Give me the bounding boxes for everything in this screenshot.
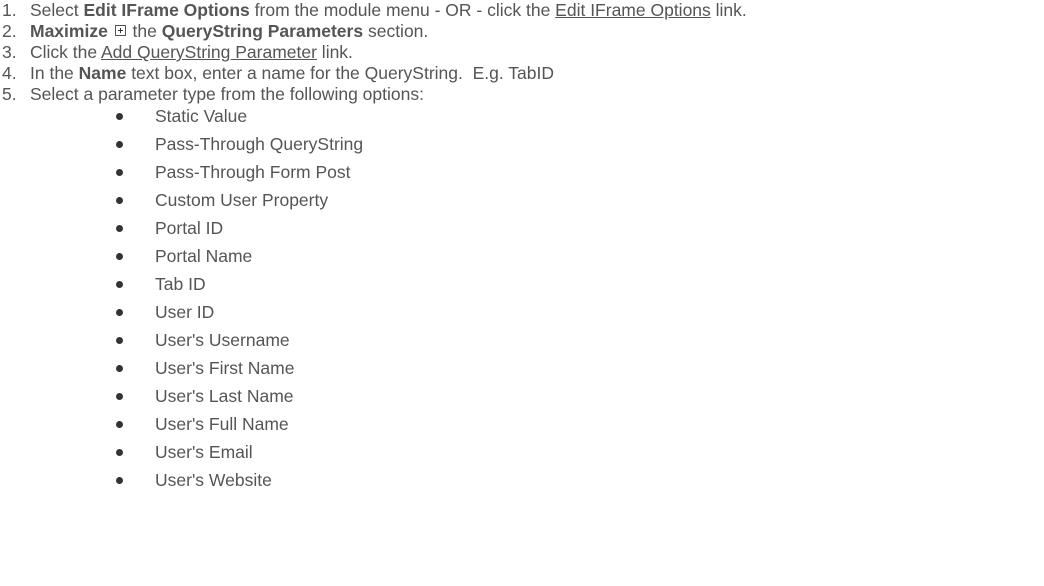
option-label: User's Username xyxy=(155,330,290,350)
menu-item-name: Edit IFrame Options xyxy=(83,0,250,20)
step-text: Click the Add QueryString Parameter link… xyxy=(30,42,353,62)
step-text-part: Select xyxy=(30,0,84,20)
option-label: Tab ID xyxy=(155,274,206,294)
option-label: User ID xyxy=(155,302,215,322)
option-label: Static Value xyxy=(155,106,248,126)
option-label: User's Last Name xyxy=(155,386,294,406)
step-text: Select a parameter type from the followi… xyxy=(30,84,424,104)
step-text: Select Edit IFrame Options from the modu… xyxy=(30,0,747,20)
action-name: Maximize xyxy=(30,21,108,41)
step-text: In the Name text box, enter a name for t… xyxy=(30,63,554,83)
step-number: 1. xyxy=(2,0,17,20)
step-text-part: link. xyxy=(710,0,747,20)
step-number: 2. xyxy=(2,21,17,41)
section-name: QueryString Parameters xyxy=(161,21,364,41)
bullet-icon xyxy=(116,393,123,400)
edit-iframe-options-link[interactable]: Edit IFrame Options xyxy=(555,0,711,20)
step-number: 5. xyxy=(2,84,17,104)
step-text-part: text box, enter a name for the QueryStri… xyxy=(126,63,555,83)
option-label: User's Email xyxy=(155,442,253,462)
option-label: Custom User Property xyxy=(155,190,329,210)
bullet-icon xyxy=(116,113,123,120)
bullet-icon xyxy=(116,421,123,428)
bullet-icon xyxy=(116,365,123,372)
step-number: 3. xyxy=(2,42,17,62)
option-label: Pass-Through QueryString xyxy=(155,134,364,154)
bullet-icon xyxy=(116,337,123,344)
step-text-part: In the xyxy=(30,63,79,83)
bullet-icon xyxy=(116,449,123,456)
step-text-part: Click the xyxy=(30,42,101,62)
option-label: Portal Name xyxy=(155,246,253,266)
option-label: User's Full Name xyxy=(155,414,289,434)
step-text-part: from the module menu - OR - click the xyxy=(249,0,556,20)
bullet-icon xyxy=(116,197,123,204)
option-label: Pass-Through Form Post xyxy=(155,162,351,182)
bullet-icon xyxy=(116,477,123,484)
field-name: Name xyxy=(78,63,127,83)
step-text: Maximize the QueryString Parameters sect… xyxy=(30,21,428,41)
option-label: Portal ID xyxy=(155,218,224,238)
step-text-part: section. xyxy=(363,21,429,41)
bullet-icon xyxy=(116,141,123,148)
option-label: User's First Name xyxy=(155,358,295,378)
bullet-icon xyxy=(116,169,123,176)
option-label: User's Website xyxy=(155,470,272,490)
add-querystring-parameter-link[interactable]: Add QueryString Parameter xyxy=(101,42,317,62)
bullet-icon xyxy=(116,281,123,288)
step-text-part: link. xyxy=(316,42,353,62)
bullet-icon xyxy=(116,253,123,260)
bullet-icon xyxy=(116,309,123,316)
bullet-icon xyxy=(116,225,123,232)
step-text-part: the xyxy=(127,21,162,41)
step-number: 4. xyxy=(2,63,17,83)
plus-box-icon xyxy=(114,25,126,36)
